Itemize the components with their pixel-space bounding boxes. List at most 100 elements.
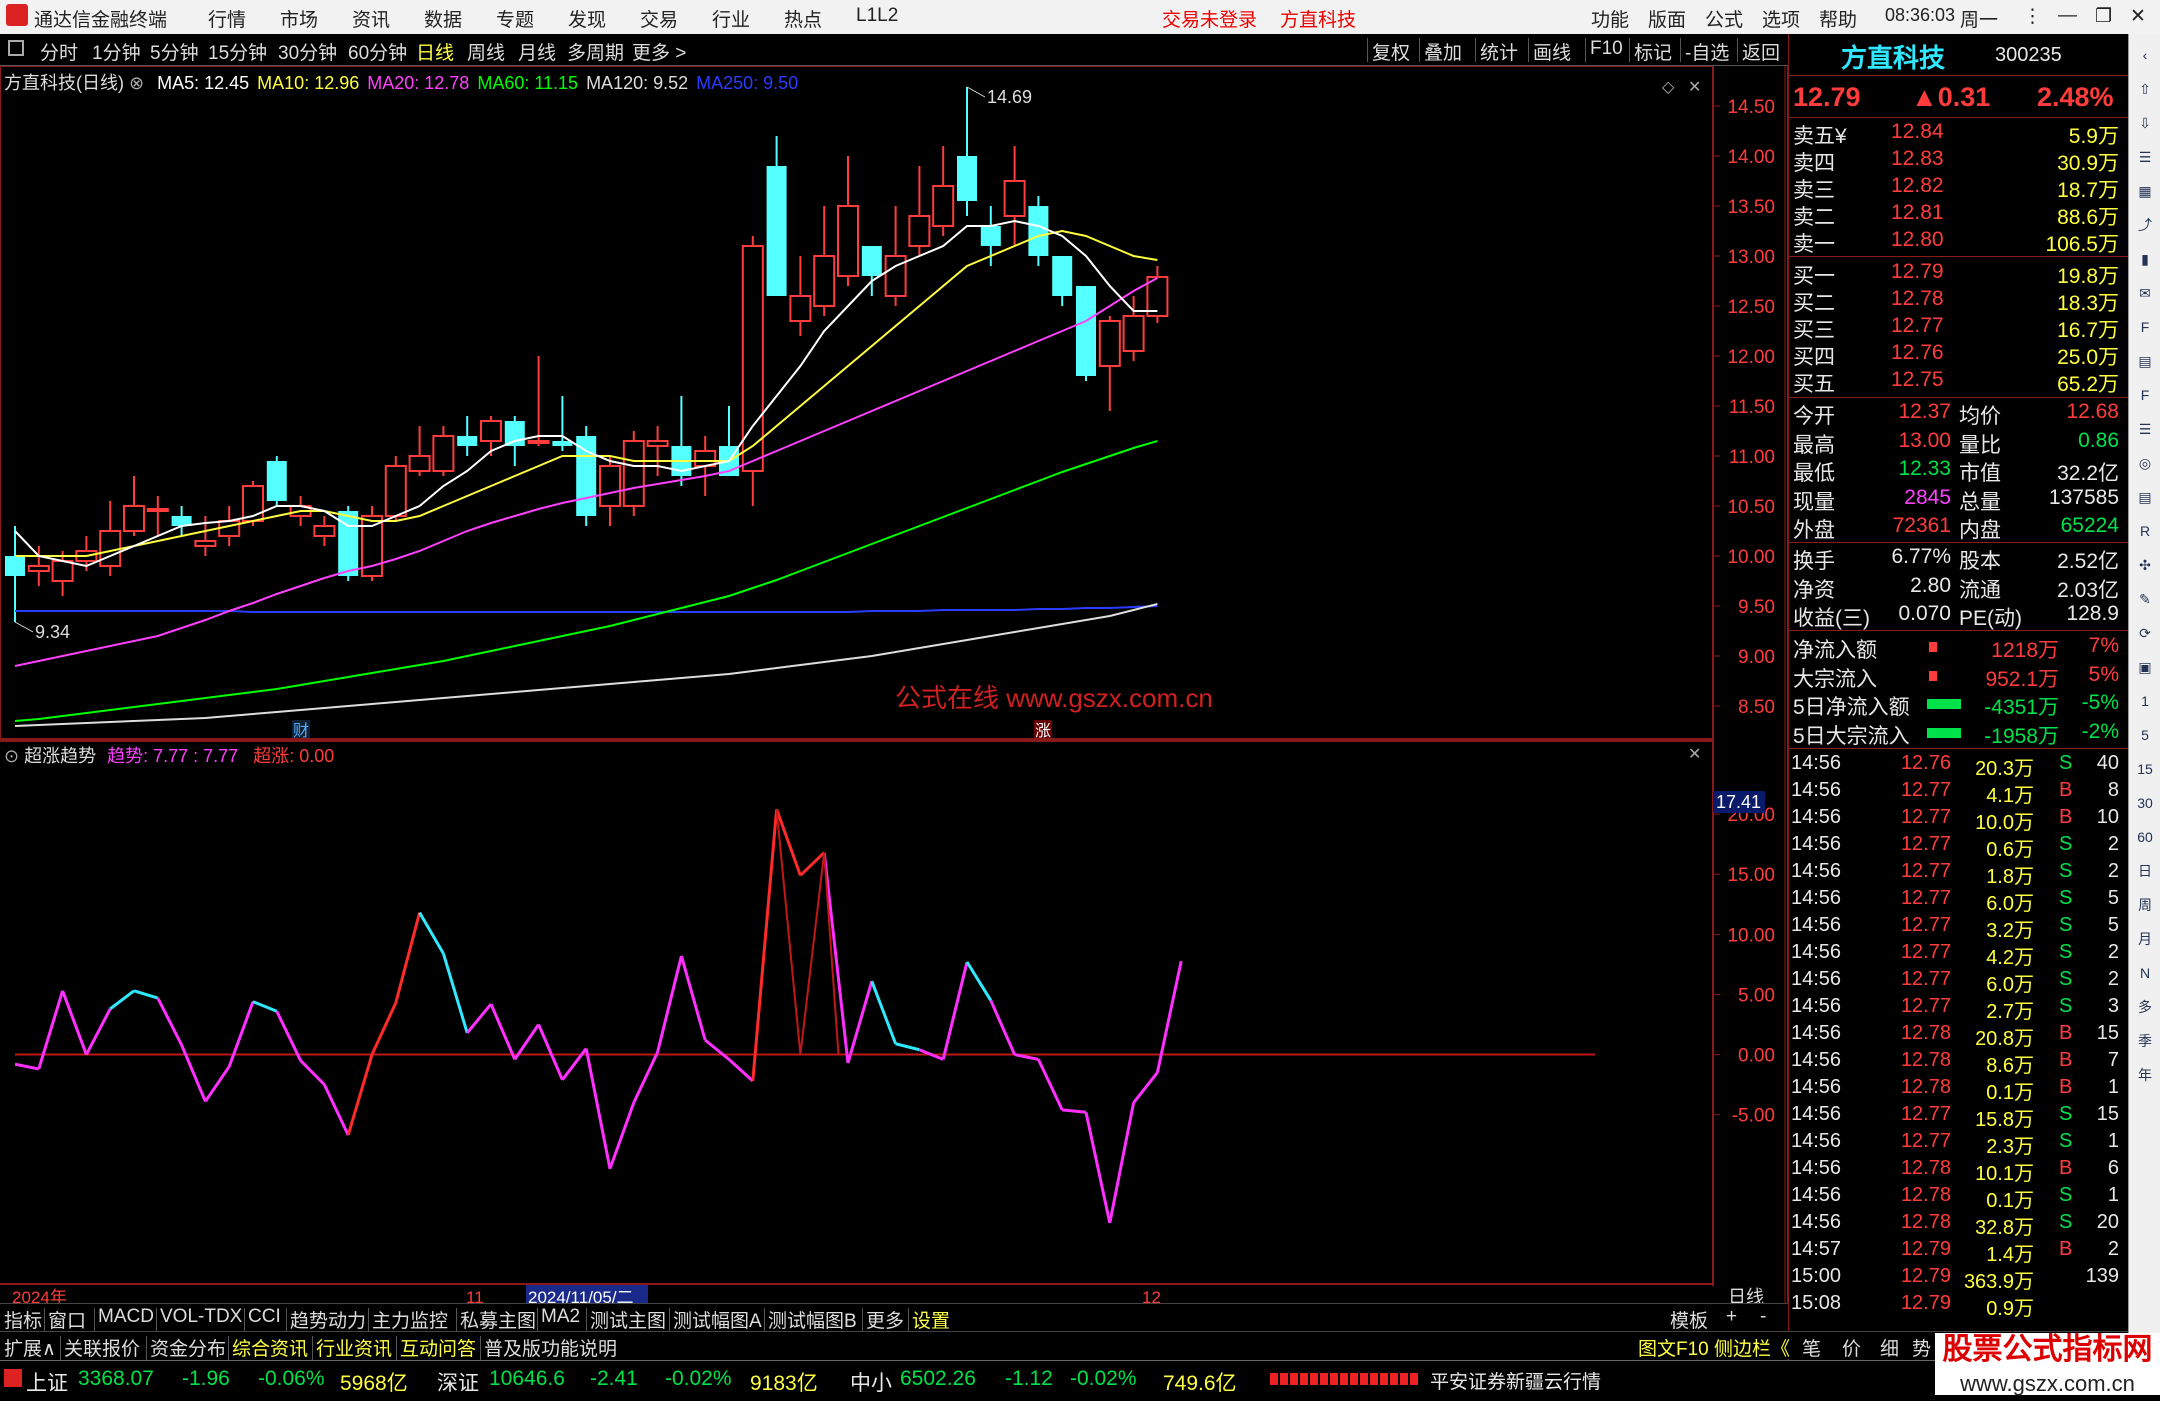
right-menu-2[interactable]: 公式	[1705, 5, 1743, 32]
sub-right-0[interactable]: 图文F10	[1638, 1334, 1709, 1361]
menu-6[interactable]: 交易	[640, 5, 678, 32]
template-btn-2[interactable]: -	[1760, 1306, 1766, 1328]
rsi-icon[interactable]: R	[2132, 518, 2158, 544]
indicator-tab-0[interactable]: 指标	[4, 1306, 42, 1333]
menu-8[interactable]: 热点	[784, 5, 822, 32]
sub-tab-4[interactable]: 行业资讯	[316, 1334, 392, 1361]
diamond-icon[interactable]: ◇	[1662, 79, 1675, 96]
indicator-tab-8[interactable]: MA2	[541, 1306, 580, 1328]
target-icon[interactable]: ◎	[2132, 450, 2158, 476]
trade-login-notice[interactable]: 交易未登录	[1162, 5, 1257, 32]
indicator-tab-9[interactable]: 测试主图	[590, 1306, 666, 1333]
period-tab-3[interactable]: 15分钟	[208, 38, 267, 65]
season-icon[interactable]: 季	[2132, 1028, 2158, 1054]
collapse-icon[interactable]: ⊗	[129, 73, 149, 93]
toolbar-btn-0[interactable]: 复权	[1372, 38, 1410, 65]
arrow-down-icon[interactable]: ⇩	[2132, 110, 2158, 136]
news-icon[interactable]: ✉	[2132, 280, 2158, 306]
more-icon[interactable]: ⋮	[2023, 5, 2042, 28]
pen-icon[interactable]: ✎	[2132, 586, 2158, 612]
close-icon[interactable]: ✕	[1688, 746, 1701, 763]
toolbar-btn-4[interactable]: F10	[1590, 38, 1623, 60]
menu-4[interactable]: 专题	[496, 5, 534, 32]
sz-label[interactable]: 深证	[437, 1367, 479, 1397]
sub-tab-3[interactable]: 综合资讯	[232, 1334, 308, 1361]
toolbar-btn-5[interactable]: 标记	[1634, 38, 1672, 65]
menu-2[interactable]: 资讯	[352, 5, 390, 32]
bookmark-icon[interactable]: ▤	[2132, 484, 2158, 510]
period-tab-8[interactable]: 月线	[518, 38, 556, 65]
right-menu-0[interactable]: 功能	[1591, 5, 1629, 32]
indicator-tab-7[interactable]: 私募主图	[460, 1306, 536, 1333]
sub-tab-1[interactable]: 关联报价	[64, 1334, 140, 1361]
indicator-tab-6[interactable]: 主力监控	[372, 1306, 448, 1333]
sub-right-5[interactable]: 势	[1912, 1334, 1931, 1361]
broker-name[interactable]: 平安证券新疆云行情	[1430, 1367, 1601, 1394]
kline-icon[interactable]: ▮	[2132, 246, 2158, 272]
toolbar-btn-6[interactable]: -自选	[1685, 38, 1729, 65]
num1-icon[interactable]: 1	[2132, 688, 2158, 714]
zx-label[interactable]: 中小	[850, 1367, 892, 1397]
num60-icon[interactable]: 60	[2132, 824, 2158, 850]
list-icon[interactable]: ☰	[2132, 144, 2158, 170]
minimize-icon[interactable]: —	[2058, 5, 2077, 27]
grid-icon[interactable]: ▦	[2132, 178, 2158, 204]
num5-icon[interactable]: 5	[2132, 722, 2158, 748]
n-icon[interactable]: N	[2132, 960, 2158, 986]
indicator-tab-2[interactable]: MACD	[98, 1306, 154, 1328]
sh-label[interactable]: 上证	[26, 1367, 68, 1397]
cross-icon[interactable]: ✣	[2132, 552, 2158, 578]
menu-5[interactable]: 发现	[568, 5, 606, 32]
sub-right-3[interactable]: 价	[1842, 1334, 1861, 1361]
sub-tab-5[interactable]: 互动问答	[400, 1334, 476, 1361]
month-icon[interactable]: 月	[2132, 926, 2158, 952]
layout-icon[interactable]	[8, 40, 24, 56]
close-icon[interactable]: ✕	[1688, 79, 1701, 96]
indicator-tab-10[interactable]: 测试幅图A	[673, 1306, 762, 1333]
sub-tab-2[interactable]: 资金分布	[150, 1334, 226, 1361]
template-btn-1[interactable]: +	[1726, 1306, 1737, 1328]
indicator-tab-1[interactable]: 窗口	[48, 1306, 86, 1333]
template-btn-0[interactable]: 模板	[1670, 1306, 1708, 1333]
toolbar-btn-3[interactable]: 画线	[1533, 38, 1571, 65]
num30-icon[interactable]: 30	[2132, 790, 2158, 816]
right-menu-1[interactable]: 版面	[1648, 5, 1686, 32]
calendar-icon[interactable]: ▤	[2132, 348, 2158, 374]
sub-tab-6[interactable]: 普及版功能说明	[484, 1334, 617, 1361]
stock-notice[interactable]: 方直科技	[1280, 5, 1356, 32]
sub-right-4[interactable]: 细	[1880, 1334, 1899, 1361]
year-icon[interactable]: 年	[2132, 1062, 2158, 1088]
restore-icon[interactable]: ❐	[2095, 5, 2112, 28]
period-tab-10[interactable]: 更多 >	[632, 38, 686, 65]
day-icon[interactable]: 日	[2132, 858, 2158, 884]
f10-icon[interactable]: F	[2132, 314, 2158, 340]
indicator-title[interactable]: 超涨趋势	[24, 746, 96, 766]
period-tab-9[interactable]: 多周期	[567, 38, 624, 65]
menu-3[interactable]: 数据	[424, 5, 462, 32]
period-tab-2[interactable]: 5分钟	[150, 38, 199, 65]
sub-right-2[interactable]: 笔	[1802, 1334, 1821, 1361]
period-tab-4[interactable]: 30分钟	[278, 38, 337, 65]
indicator-tab-4[interactable]: CCI	[248, 1306, 281, 1328]
period-tab-5[interactable]: 60分钟	[348, 38, 407, 65]
refresh-icon[interactable]: ⟳	[2132, 620, 2158, 646]
right-menu-3[interactable]: 选项	[1762, 5, 1800, 32]
collapse-icon[interactable]: ⊙	[4, 746, 24, 766]
indicator-tab-3[interactable]: VOL-TDX	[160, 1306, 242, 1328]
period-tab-0[interactable]: 分时	[40, 38, 78, 65]
period-tab-6[interactable]: 日线	[416, 38, 454, 65]
indicator-tab-5[interactable]: 趋势动力	[290, 1306, 366, 1333]
period-tab-7[interactable]: 周线	[467, 38, 505, 65]
close-icon[interactable]: ✕	[2130, 5, 2146, 28]
menu-0[interactable]: 行情	[208, 5, 246, 32]
indicator-tab-13[interactable]: 设置	[912, 1306, 950, 1333]
f2-icon[interactable]: F	[2132, 382, 2158, 408]
num15-icon[interactable]: 15	[2132, 756, 2158, 782]
week-icon[interactable]: 周	[2132, 892, 2158, 918]
toolbar-btn-2[interactable]: 统计	[1480, 38, 1518, 65]
toolbar-btn-1[interactable]: 叠加	[1424, 38, 1462, 65]
menu-9[interactable]: L1L2	[856, 5, 898, 27]
chart-icon[interactable]: ⤴	[2132, 212, 2158, 238]
multi-icon[interactable]: 多	[2132, 994, 2158, 1020]
toolbar-btn-7[interactable]: 返回	[1742, 38, 1780, 65]
